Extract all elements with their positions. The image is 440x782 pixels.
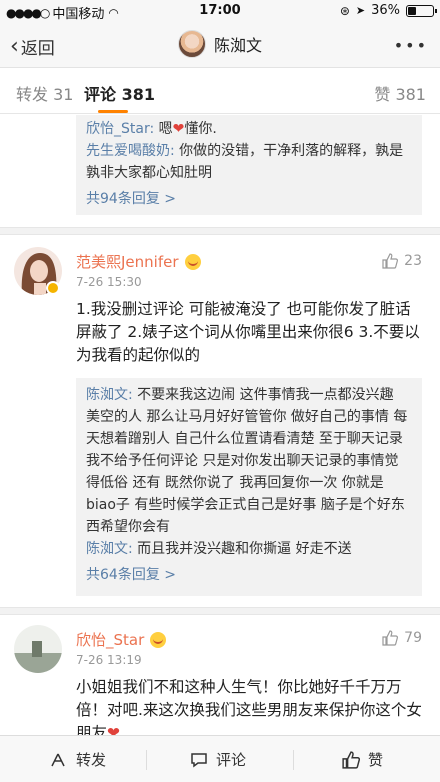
comment-icon [191,752,207,767]
member-badge-icon [184,253,201,270]
reply-item: 先生爱喝酸奶: 你做的没错，干净利落的解释，孰是孰非大家都心知肚明 [86,143,404,181]
divider [0,227,440,235]
avatar[interactable] [14,625,62,673]
comment-author[interactable]: 范美熙Jennifer [76,251,179,272]
like-button[interactable]: 79 [382,630,422,646]
like-count: 79 [404,630,422,646]
author-avatar[interactable] [177,30,206,58]
repost-icon [51,753,65,766]
battery-fill [408,6,416,15]
comment-text: 小姐姐我们不和这种人生气！你比她好千千万万倍！对吧.来这次换我们这些男朋友来保护… [76,678,422,741]
reply-author[interactable]: 陈洳文: [86,541,133,557]
battery-icon [406,4,437,17]
thumbs-up-icon [342,750,360,769]
verified-badge-icon [46,281,60,295]
like-label: 赞 [368,751,384,769]
heart-icon: ❤ [172,121,185,137]
like-count: 23 [404,253,422,269]
more-icon[interactable]: ••• [394,36,428,55]
reply-thread: 欣怡_Star: 嗯❤懂你. 先生爱喝酸奶: 你做的没错，干净利落的解释，孰是孰… [76,115,422,215]
comment-author[interactable]: 欣怡_Star [76,629,144,650]
reply-item: 陈洳文: 而且我并没兴趣和你撕逼 好走不送 [86,541,352,557]
battery-percent: 36% [371,3,400,18]
repost-label: 转发 [76,751,107,769]
comment-list[interactable]: 欣怡_Star: 嗯❤懂你. 先生爱喝酸奶: 你做的没错，干净利落的解释，孰是孰… [0,115,440,741]
like-action-button[interactable]: 赞 [342,749,383,770]
reply-author[interactable]: 欣怡_Star: [86,121,154,137]
reply-author[interactable]: 陈洳文: [86,387,133,403]
divider [293,750,294,770]
reply-item: 欣怡_Star: 嗯❤懂你. [86,121,217,137]
comment-time: 7-26 13:19 [76,653,142,667]
like-button[interactable]: 23 [382,253,422,269]
repost-button[interactable]: 转发 [50,749,106,770]
thumbs-up-icon [382,253,399,269]
thumbs-up-icon [382,630,399,646]
tab-comments[interactable]: 评论 381 [84,81,155,105]
lock-rotation-icon: ⊛ [339,3,350,18]
divider [146,750,147,770]
comment-label: 评论 [216,751,247,769]
comment-button[interactable]: 评论 [190,749,246,770]
comment-text: 1.我没删过评论 可能被淹没了 也可能你发了脏话屏蔽了 2.婊子这个词从你嘴里出… [76,300,420,364]
reply-item: 陈洳文: 不要来我这边闹 这件事情我一点都没兴趣 美空的人 那么让马月好好管管你… [86,387,408,535]
nav-bar: ‹ 返回 陈洳文 ••• [0,22,440,68]
page-title: 陈洳文 [213,36,262,55]
comment-time: 7-26 15:30 [76,275,142,289]
tab-bar: 转发 31 评论 381 赞 381 [0,68,440,114]
location-icon: ➤ [355,4,366,17]
status-bar: ●●●●○ 中国移动 ◠ 17:00 ⊛ ➤ 36% [0,0,440,22]
divider [0,607,440,615]
more-replies-link[interactable]: 共94条回复 > [86,188,412,210]
member-badge-icon [150,631,167,648]
action-bar: 转发 评论 赞 [0,735,440,782]
reply-author[interactable]: 先生爱喝酸奶: [86,143,175,159]
tab-repost[interactable]: 转发 31 [16,81,73,105]
tab-likes[interactable]: 赞 381 [374,81,426,105]
more-replies-link[interactable]: 共64条回复 > [86,564,412,586]
active-tab-indicator [98,110,128,113]
reply-thread: 陈洳文: 不要来我这边闹 这件事情我一点都没兴趣 美空的人 那么让马月好好管管你… [76,378,422,596]
